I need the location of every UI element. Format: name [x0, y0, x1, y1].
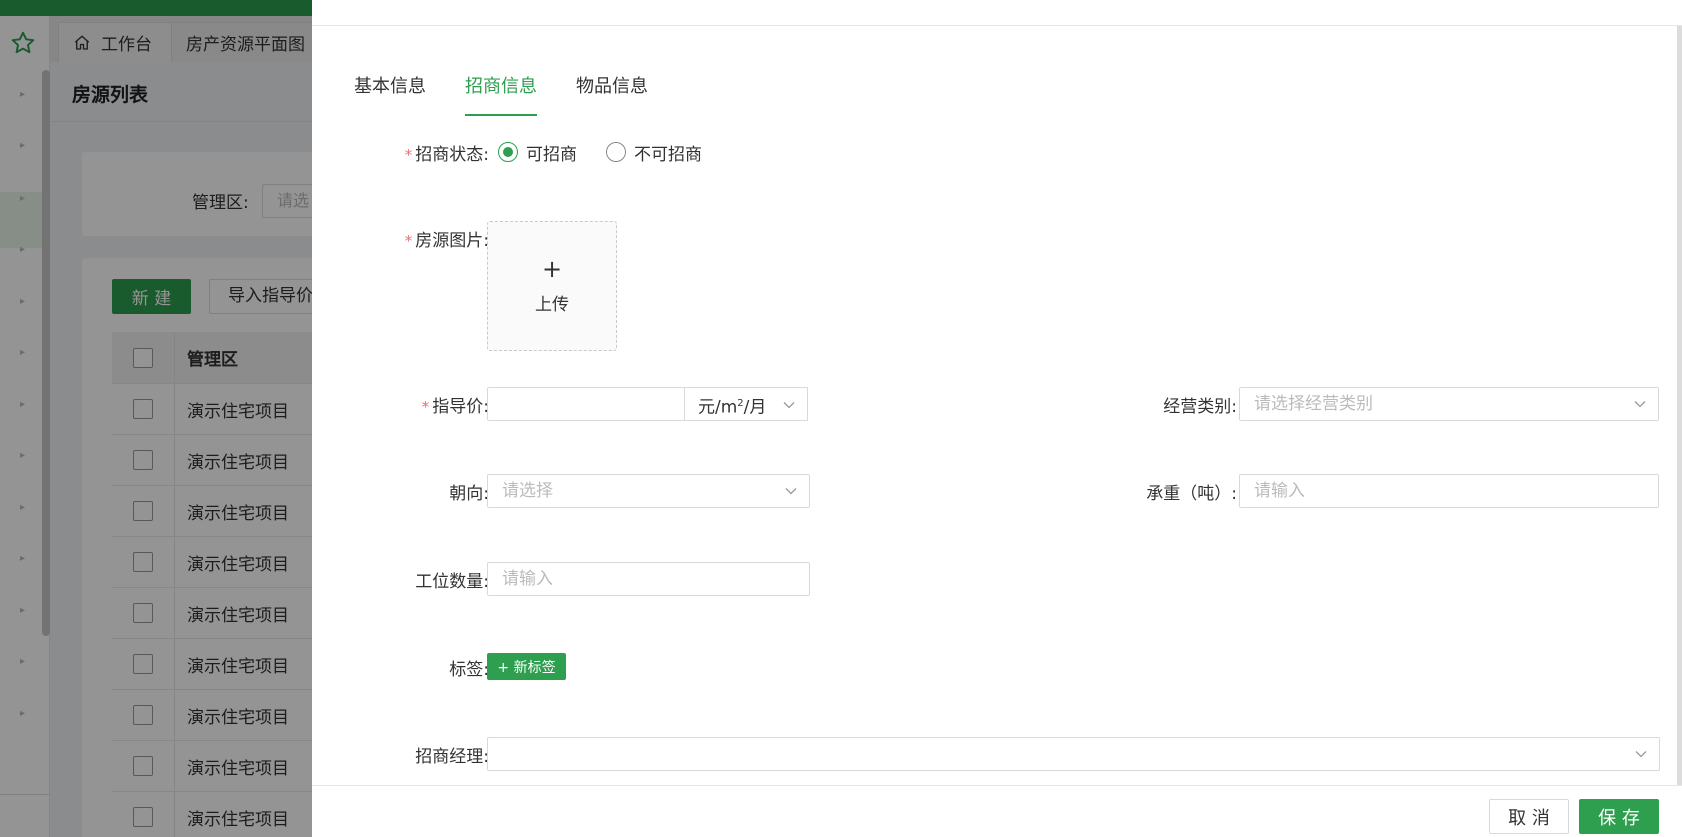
chevron-down-icon	[785, 488, 797, 495]
chevron-down-icon	[783, 402, 795, 409]
edit-drawer: 基本信息 招商信息 物品信息 * 招商状态: 可招商 不可招商 * 房源图片: + …	[312, 0, 1682, 837]
upload-label: 上传	[535, 294, 569, 315]
workstations-label-row: 工位数量:	[384, 567, 489, 592]
load-label-row: 承重（吨）:	[1102, 479, 1237, 504]
divider	[312, 25, 1682, 26]
image-upload-button[interactable]: + 上传	[487, 221, 617, 351]
workstations-label: 工位数量:	[415, 571, 489, 592]
radio-unchecked-icon	[606, 142, 626, 162]
tab-items-info[interactable]: 物品信息	[576, 72, 648, 112]
drawer-tabs: 基本信息 招商信息 物品信息	[354, 72, 648, 116]
save-button[interactable]: 保 存	[1579, 799, 1659, 834]
business-type-label: 经营类别:	[1163, 396, 1237, 417]
chevron-down-icon	[1635, 751, 1647, 758]
drawer-scrollbar[interactable]	[1677, 26, 1682, 786]
radio-checked-icon	[498, 142, 518, 162]
radio-available[interactable]: 可招商	[498, 140, 577, 165]
load-input[interactable]: 请输入	[1239, 474, 1659, 508]
price-label-row: * 指导价:	[384, 392, 489, 417]
workstations-input[interactable]: 请输入	[487, 562, 810, 596]
orientation-label-row: 朝向:	[384, 479, 489, 504]
divider	[312, 785, 1682, 786]
orientation-label: 朝向:	[449, 483, 489, 504]
chevron-down-icon	[1634, 401, 1646, 408]
manager-label-row: 招商经理:	[384, 742, 489, 767]
manager-label: 招商经理:	[415, 746, 489, 767]
status-label: * 招商状态:	[404, 144, 489, 165]
price-unit-select[interactable]: 元/m2/月	[684, 387, 808, 421]
tags-label: 标签:	[449, 659, 489, 680]
images-label-row: * 房源图片:	[384, 226, 489, 251]
business-type-label-row: 经营类别:	[1122, 392, 1237, 417]
load-label: 承重（吨）:	[1146, 483, 1237, 504]
business-type-select[interactable]: 请选择经营类别	[1239, 387, 1659, 421]
price-label: * 指导价:	[421, 396, 489, 417]
new-tag-button[interactable]: + 新标签	[487, 653, 566, 680]
plus-icon: +	[541, 254, 563, 283]
orientation-select[interactable]: 请选择	[487, 474, 810, 508]
images-label: * 房源图片:	[404, 230, 489, 251]
tags-label-row: 标签:	[384, 655, 489, 680]
tab-basic-info[interactable]: 基本信息	[354, 72, 426, 112]
radio-unavailable[interactable]: 不可招商	[606, 140, 702, 165]
cancel-button[interactable]: 取 消	[1489, 799, 1569, 834]
guide-price-input[interactable]	[487, 387, 685, 421]
tab-leasing-info[interactable]: 招商信息	[465, 72, 537, 116]
status-row: * 招商状态: 可招商 不可招商	[384, 140, 792, 165]
leasing-manager-select[interactable]	[487, 737, 1660, 771]
